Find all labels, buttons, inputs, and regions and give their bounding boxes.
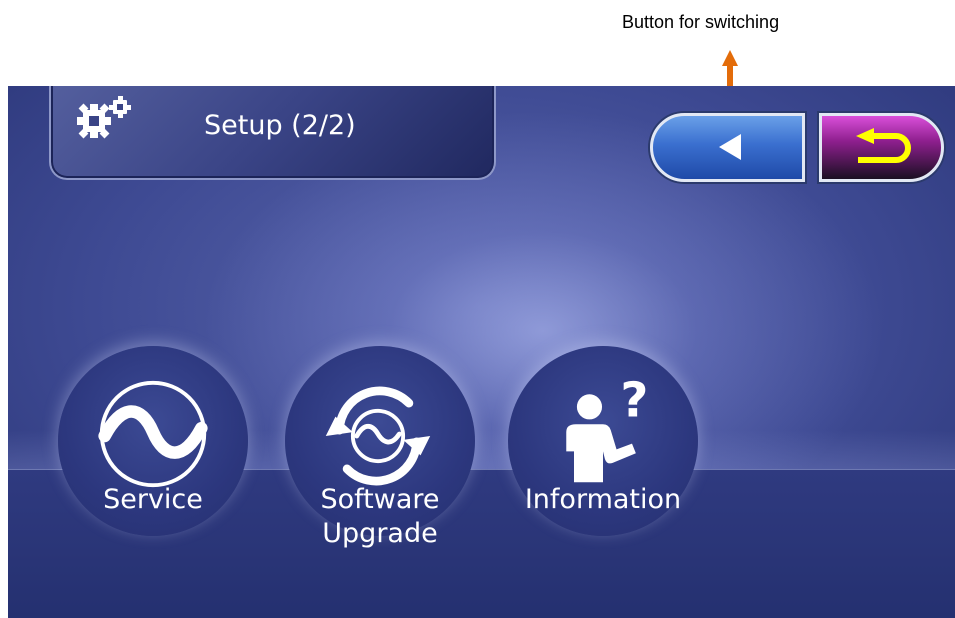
menu-label-software-upgrade: Software Upgrade xyxy=(320,484,440,549)
software-upgrade-icon xyxy=(325,386,431,486)
menu-item-software-upgrade[interactable]: Software Upgrade xyxy=(285,346,475,596)
back-arrow-icon xyxy=(719,134,741,160)
return-button[interactable] xyxy=(819,113,944,182)
menu-label-service: Service xyxy=(103,484,203,515)
gears-icon xyxy=(77,96,131,139)
annotation-text: Button for switching xyxy=(622,12,780,32)
page: Button for switching Setup (2/2) Service… xyxy=(0,0,955,618)
menu-item-service[interactable]: Service xyxy=(58,346,248,576)
page-title: Setup (2/2) xyxy=(204,110,356,141)
menu-item-information[interactable]: ? Information xyxy=(508,346,698,576)
switch-page-button[interactable] xyxy=(650,113,805,182)
device-screen: Setup (2/2) Service Software Upgrade ? I… xyxy=(8,86,955,618)
svg-text:?: ? xyxy=(620,374,648,429)
menu-label-information: Information xyxy=(524,484,682,515)
title-panel: Setup (2/2) xyxy=(49,86,496,180)
information-person-icon: ? xyxy=(566,374,648,483)
return-arrow-icon xyxy=(856,128,911,163)
service-wave-icon xyxy=(98,380,208,488)
